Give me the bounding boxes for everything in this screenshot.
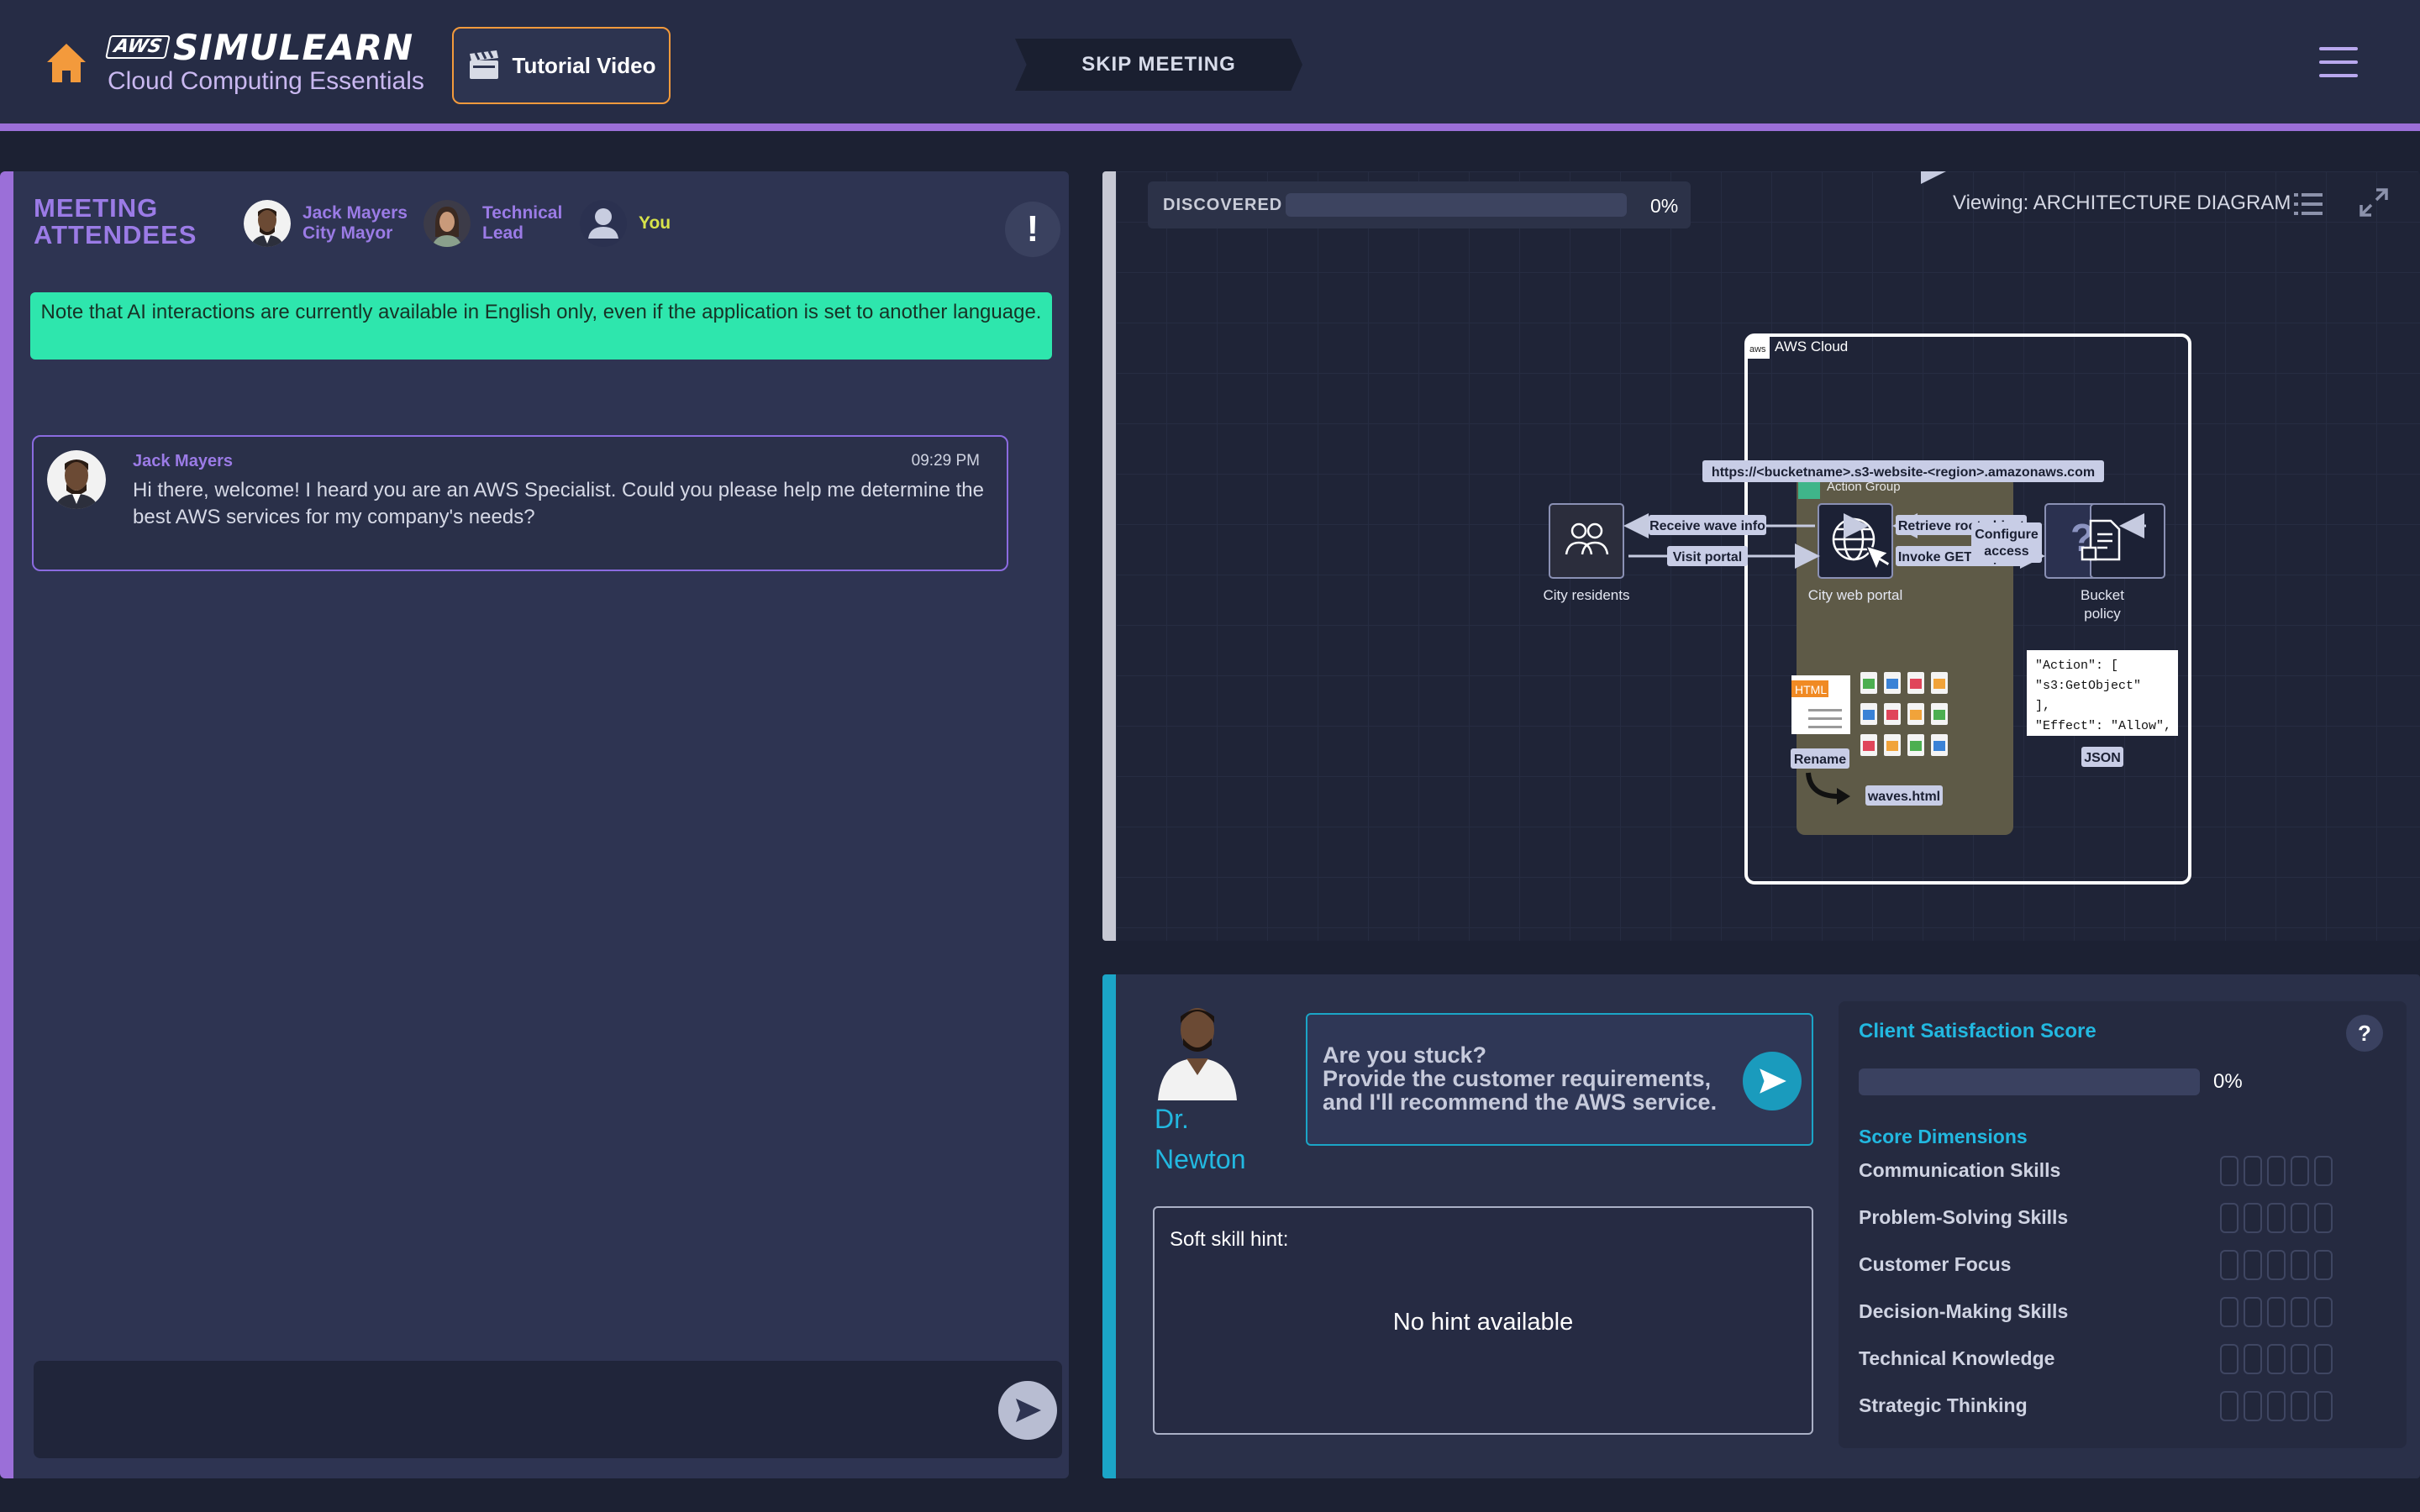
users-icon[interactable] [1549, 503, 1624, 579]
skip-meeting-button[interactable]: SKIP MEETING [1015, 39, 1302, 91]
score-help-button[interactable]: ? [2346, 1015, 2383, 1052]
attendee-name: You [639, 213, 671, 233]
brand-name: SIMULEARN [172, 26, 414, 68]
avatar [244, 200, 291, 247]
avatar [47, 450, 106, 509]
attendee-technical-lead[interactable]: Technical Lead [424, 200, 562, 247]
receive-wave-info-label: Receive wave info [1649, 519, 1765, 533]
attendees-bar: MEETING ATTENDEES Jack Mayers City Mayor [34, 193, 1060, 260]
dimension-rating [2220, 1297, 2333, 1327]
city-web-portal-label: City web portal [1808, 587, 1902, 603]
json-label: JSON [2084, 751, 2121, 765]
dimensions-title: Score Dimensions [1859, 1126, 2028, 1147]
url-label: https://<bucketname>.s3-website-<region>… [1712, 465, 2095, 480]
code-line: "s3:GetObject" [2035, 679, 2141, 693]
hint-title: Soft skill hint: [1170, 1228, 1289, 1251]
user-avatar-icon [580, 200, 627, 247]
city-residents-label: City residents [1544, 587, 1630, 603]
chat-composer [34, 1361, 1062, 1458]
bucket-policy-label-2: policy [2084, 606, 2121, 622]
brand-logo: AWS SIMULEARN Cloud Computing Essentials [105, 26, 424, 96]
dimension-rating [2220, 1203, 2333, 1233]
aws-cloud-label: AWS Cloud [1775, 339, 1848, 354]
architecture-diagram: aws AWS Cloud Action Group https://<buck… [1544, 333, 2191, 885]
architecture-diagram-panel: DISCOVERED 0% Viewing: ARCHITECTURE DIAG… [1102, 171, 2420, 941]
soft-skill-hint-box: Soft skill hint: No hint available [1153, 1206, 1813, 1435]
attendee-name: Technical [482, 203, 563, 223]
dimension-rating [2220, 1156, 2333, 1186]
waves-html-label: waves.html [1867, 790, 1940, 804]
message-text: Hi there, welcome! I heard you are an AW… [133, 479, 984, 528]
attendee-role: Lead [482, 223, 524, 243]
message-author: Jack Mayers [133, 452, 233, 470]
assistant-prompt: Are you stuck? Provide the customer requ… [1323, 1042, 1718, 1115]
html-tag: HTML [1795, 683, 1827, 696]
aws-badge: AWS [105, 35, 171, 59]
dimension-name: Decision-Making Skills [1859, 1300, 2069, 1322]
configure-label-2: access [1984, 544, 2028, 559]
bucket-policy-label-1: Bucket [2081, 587, 2124, 603]
attendee-you[interactable]: You [580, 200, 671, 247]
ask-assistant-box[interactable]: Are you stuck? Provide the customer requ… [1306, 1013, 1813, 1146]
score-percent: 0% [2213, 1070, 2243, 1093]
dimension-rating [2220, 1344, 2333, 1374]
send-button[interactable] [998, 1381, 1057, 1440]
globe-icon[interactable] [1818, 503, 1893, 579]
hamburger-menu-icon[interactable] [2319, 47, 2358, 81]
clapperboard-icon [469, 50, 498, 79]
avatar [424, 200, 471, 247]
assistant-panel: Dr. Newton Are you stuck? Provide the cu… [1102, 974, 2420, 1478]
meeting-chat-panel: MEETING ATTENDEES Jack Mayers City Mayor [0, 171, 1069, 1478]
dimension-name: Strategic Thinking [1859, 1394, 2028, 1416]
hint-text: No hint available [1392, 1309, 1574, 1336]
client-satisfaction-card: Client Satisfaction Score ? 0% Score Dim… [1839, 1001, 2407, 1448]
language-notice: Note that AI interactions are currently … [30, 292, 1052, 360]
course-title: Cloud Computing Essentials [108, 67, 424, 95]
score-title: Client Satisfaction Score [1859, 1020, 2096, 1042]
dimension-name: Technical Knowledge [1859, 1347, 2055, 1369]
chat-message: Jack Mayers 09:29 PM Hi there, welcome! … [32, 435, 1008, 571]
ask-send-button[interactable] [1743, 1052, 1802, 1110]
attendee-jack-mayers[interactable]: Jack Mayers City Mayor [244, 200, 408, 247]
dimension-name: Communication Skills [1859, 1159, 2061, 1181]
message-time: 09:29 PM [911, 452, 980, 470]
send-icon [1016, 1399, 1041, 1422]
rename-label: Rename [1794, 753, 1846, 767]
top-header: AWS SIMULEARN Cloud Computing Essentials… [0, 0, 2420, 131]
dimension-rating [2220, 1250, 2333, 1280]
chat-input[interactable] [50, 1386, 941, 1433]
send-icon [1760, 1068, 1786, 1094]
code-line: ], [2035, 699, 2050, 713]
configure-label-1: Configure [1975, 528, 2039, 542]
visit-portal-label: Visit portal [1673, 550, 1742, 564]
score-progress-bar [1859, 1068, 2200, 1095]
home-icon[interactable] [44, 40, 89, 86]
tutorial-video-button[interactable]: Tutorial Video [452, 27, 671, 104]
svg-text:aws: aws [1749, 344, 1766, 354]
dimension-rating [2220, 1391, 2333, 1421]
tutorial-video-label: Tutorial Video [512, 52, 656, 78]
code-line: "Effect": "Allow", [2035, 719, 2171, 733]
attendee-name: Jack Mayers [302, 203, 408, 223]
dr-newton-avatar [1158, 1008, 1237, 1100]
assistant-name: Dr. Newton [1155, 1104, 1246, 1174]
code-line: "Action": [ [2035, 659, 2118, 673]
attendees-title: MEETING ATTENDEES [34, 193, 197, 249]
dimension-name: Problem-Solving Skills [1859, 1206, 2069, 1228]
dimension-name: Customer Focus [1859, 1253, 2012, 1275]
alert-button[interactable]: ! [1005, 202, 1060, 257]
attendee-role: City Mayor [302, 223, 393, 243]
